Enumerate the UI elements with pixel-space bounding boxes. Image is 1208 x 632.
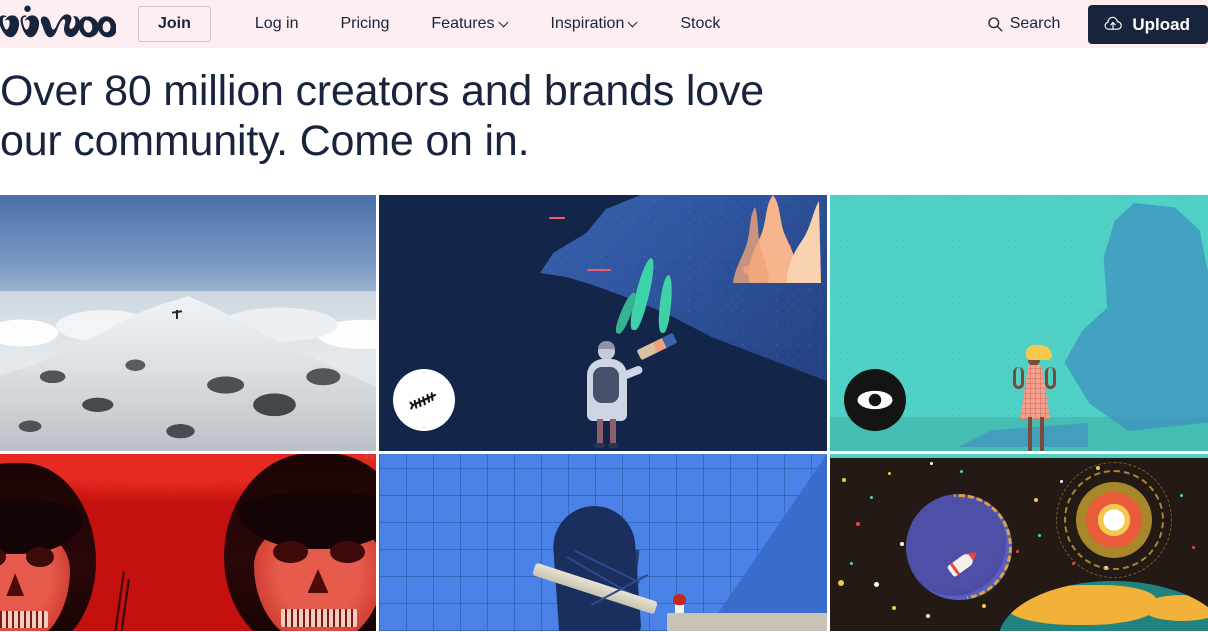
painter-shoe: [594, 443, 605, 448]
search-icon: [988, 17, 1003, 32]
fish-bone-icon: [409, 392, 437, 410]
join-button[interactable]: Join: [138, 6, 211, 42]
tile-mountain-climber[interactable]: [0, 195, 376, 451]
painter-leg: [610, 419, 616, 445]
upload-button[interactable]: Upload: [1088, 4, 1208, 44]
landmass: [1006, 585, 1156, 625]
woman-arm: [1045, 367, 1056, 389]
eye-icon: [857, 390, 893, 410]
eye-socket: [273, 541, 308, 563]
ship-hull: [550, 503, 642, 631]
nav-actions: Search Upload: [987, 4, 1208, 44]
tile-painter-underwater[interactable]: [379, 195, 827, 451]
nav-link-features[interactable]: Features: [431, 5, 508, 43]
painted-teeth: [281, 609, 357, 627]
painter-shoe: [608, 443, 619, 448]
skull-face-left: [0, 463, 96, 631]
paint-brush: [636, 332, 678, 361]
fish-streak: [587, 269, 611, 271]
sun-star: [1076, 482, 1152, 558]
nav-link-pricing[interactable]: Pricing: [340, 5, 389, 43]
tile-space-rocket[interactable]: [830, 454, 1208, 631]
painter-backpack: [593, 367, 619, 403]
hero-section: Over 80 million creators and brands love…: [0, 48, 1208, 195]
page-title: Over 80 million creators and brands love…: [0, 67, 764, 165]
nav-link-stock[interactable]: Stock: [680, 5, 720, 43]
search-button[interactable]: Search: [987, 15, 1061, 33]
mooring-post-cap: [673, 594, 686, 605]
eye-socket: [330, 541, 365, 563]
video-tile-grid: [0, 195, 1208, 631]
woman-hair: [1026, 345, 1052, 360]
painted-teeth: [0, 611, 48, 629]
nav-link-label: Inspiration: [550, 15, 625, 32]
vimeo-wordmark-icon: [0, 5, 116, 38]
top-navigation-bar: Join Log in Pricing Features Inspiration…: [0, 0, 1208, 48]
vimeo-logo[interactable]: [0, 1, 118, 45]
woman-figure: [1013, 345, 1064, 451]
woman-leg: [1040, 417, 1044, 451]
woman-arm: [1013, 367, 1024, 389]
painter-figure: [579, 341, 644, 448]
nav-link-log-in[interactable]: Log in: [255, 5, 299, 43]
cloud-upload-icon: [1104, 16, 1123, 30]
woman-leg: [1028, 417, 1032, 451]
nav-link-label: Pricing: [340, 15, 390, 32]
nav-link-label: Log in: [254, 15, 299, 32]
painter-leg: [597, 419, 603, 445]
rock-texture: [0, 286, 376, 451]
nav-link-label: Stock: [680, 15, 721, 32]
tile-red-skull-faces[interactable]: [0, 454, 376, 631]
painter-hair: [598, 341, 615, 349]
chevron-down-icon: [500, 19, 509, 28]
tile-woman-shadow[interactable]: [830, 195, 1208, 451]
nav-link-inspiration[interactable]: Inspiration: [551, 5, 639, 43]
chevron-down-icon: [629, 19, 638, 28]
search-button-label: Search: [1009, 15, 1061, 32]
climber-figure: [172, 307, 182, 319]
tile-blue-grid-ship[interactable]: [379, 454, 827, 631]
deck-surface: [667, 613, 827, 631]
fish-streak: [549, 217, 565, 219]
channel-badge-fish-bone[interactable]: [393, 369, 455, 431]
channel-badge-eye[interactable]: [844, 369, 906, 431]
skull-face-right: [224, 454, 376, 631]
primary-nav-links: Join Log in Pricing Features Inspiration…: [138, 5, 720, 43]
coral-shape: [733, 195, 821, 283]
landmass: [1142, 595, 1208, 621]
upload-button-label: Upload: [1132, 14, 1190, 34]
nav-link-label: Features: [431, 15, 495, 32]
